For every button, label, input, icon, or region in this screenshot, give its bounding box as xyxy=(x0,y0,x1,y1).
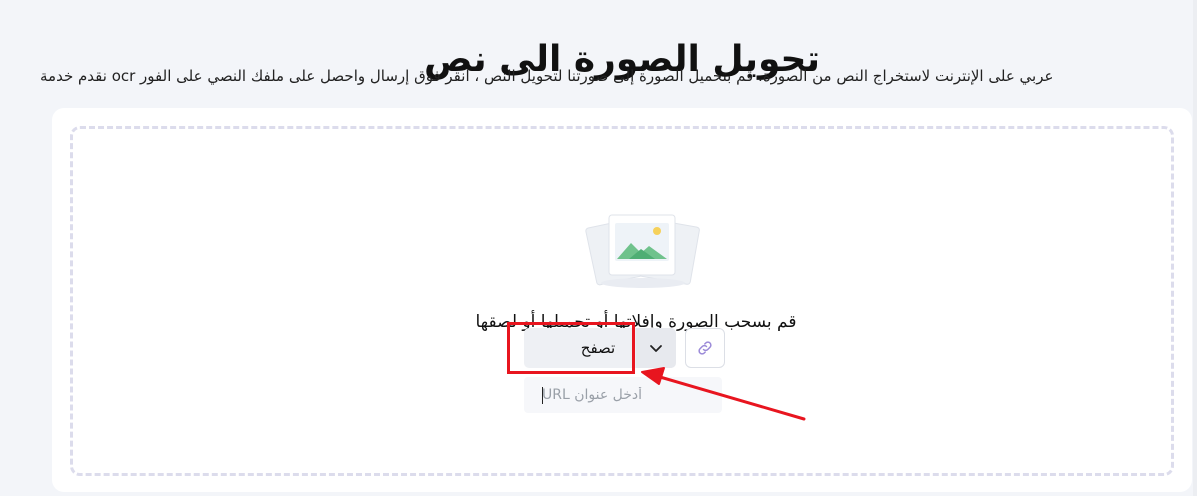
scrollbar[interactable] xyxy=(1193,0,1197,496)
page-subtitle: عربي على الإنترنت لاستخراج النص من الصور… xyxy=(40,67,1054,85)
text-caret xyxy=(542,387,543,404)
drop-zone[interactable]: قم بسحب الصورة وإفلاتها أو تحميلها أو لص… xyxy=(70,126,1174,476)
url-input[interactable] xyxy=(524,377,722,413)
upload-card: قم بسحب الصورة وإفلاتها أو تحميلها أو لص… xyxy=(52,108,1192,492)
link-icon xyxy=(698,341,712,355)
url-link-button[interactable] xyxy=(685,328,725,368)
chevron-down-icon xyxy=(650,345,662,352)
image-placeholder-icon xyxy=(585,214,700,288)
upload-source-dropdown[interactable] xyxy=(636,328,676,368)
